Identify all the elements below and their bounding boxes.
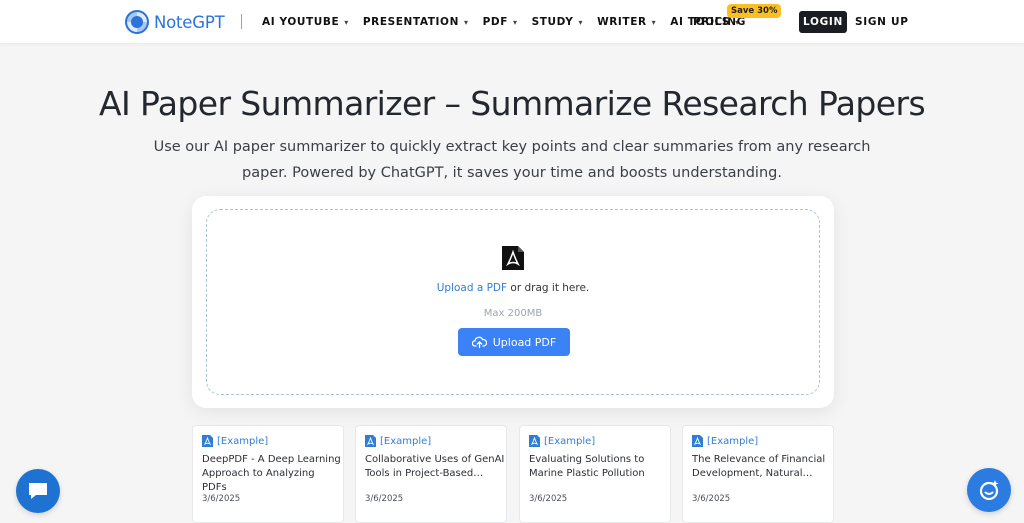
example-tag: [Example] <box>202 435 268 447</box>
notegpt-logo-icon <box>125 10 149 34</box>
example-title: Evaluating Solutions to Marine Plastic P… <box>529 454 645 479</box>
upload-instruction: Upload a PDF or drag it here. <box>207 282 819 294</box>
logo-text: NoteGPT <box>154 12 225 32</box>
signup-button[interactable]: SIGN UP <box>855 11 909 33</box>
pdf-icon <box>529 435 540 447</box>
nav-pdf-label: PDF <box>482 16 508 28</box>
chevron-down-icon: ▾ <box>651 17 657 27</box>
chat-button[interactable] <box>16 469 60 513</box>
assistant-button[interactable] <box>967 468 1011 512</box>
nav-writer[interactable]: WRITER ▾ <box>597 16 656 28</box>
drag-text: or drag it here. <box>507 282 590 294</box>
example-date: 3/6/2025 <box>202 494 241 504</box>
top-nav-bar: NoteGPT AI YOUTUBE ▾ PRESENTATION ▾ PDF ▾ S… <box>0 0 1024 44</box>
main-nav: AI YOUTUBE ▾ PRESENTATION ▾ PDF ▾ STUDY ▾ WR… <box>262 0 754 44</box>
pdf-icon <box>202 435 213 447</box>
cloud-upload-icon <box>471 336 487 348</box>
nav-separator <box>241 14 242 29</box>
page-subtitle: Use our AI paper summarizer to quickly e… <box>153 139 871 181</box>
example-card[interactable]: [Example] The Relevance of Financial Dev… <box>682 425 834 523</box>
nav-presentation-label: PRESENTATION <box>362 16 459 28</box>
page-title: AI Paper Summarizer – Summarize Research… <box>98 84 926 123</box>
nav-writer-label: WRITER <box>597 16 647 28</box>
example-tag-label: [Example] <box>380 435 432 447</box>
example-title: The Relevance of Financial Development, … <box>692 454 826 479</box>
example-tag: [Example] <box>365 435 431 447</box>
pdf-icon <box>502 246 524 270</box>
chat-icon <box>29 483 47 499</box>
example-card[interactable]: [Example] Evaluating Solutions to Marine… <box>519 425 671 523</box>
nav-ai-youtube-label: AI YOUTUBE <box>262 16 340 28</box>
example-title: Collaborative Uses of GenAI Tools in Pro… <box>365 454 505 479</box>
chevron-down-icon: ▾ <box>463 17 469 27</box>
example-tag: [Example] <box>529 435 595 447</box>
nav-ai-youtube[interactable]: AI YOUTUBE ▾ <box>262 16 349 28</box>
nav-pdf[interactable]: PDF ▾ <box>483 16 518 28</box>
pdf-icon <box>692 435 703 447</box>
assistant-icon <box>979 480 999 501</box>
logo[interactable]: NoteGPT <box>124 9 225 35</box>
example-card[interactable]: [Example] DeepPDF - A Deep Learning Appr… <box>192 425 344 523</box>
chevron-down-icon: ▾ <box>578 17 584 27</box>
upload-card: Upload a PDF or drag it here. Max 200MB … <box>192 196 834 408</box>
example-list: [Example] DeepPDF - A Deep Learning Appr… <box>192 425 834 523</box>
nav-study[interactable]: STUDY ▾ <box>532 16 583 28</box>
example-date: 3/6/2025 <box>529 494 568 504</box>
max-size-note: Max 200MB <box>483 308 543 319</box>
example-tag-label: [Example] <box>707 435 759 447</box>
example-tag: [Example] <box>692 435 758 447</box>
upload-pdf-button-label: Upload PDF <box>492 335 557 349</box>
example-card[interactable]: [Example] Collaborative Uses of GenAI To… <box>355 425 507 523</box>
save-badge: Save 30% <box>727 4 782 18</box>
nav-presentation[interactable]: PRESENTATION ▾ <box>363 16 469 28</box>
login-button[interactable]: LOGIN <box>799 11 847 33</box>
upload-pdf-link[interactable]: Upload a PDF <box>437 282 507 294</box>
chevron-down-icon: ▾ <box>344 17 349 27</box>
upload-pdf-button[interactable]: Upload PDF <box>458 328 570 356</box>
example-tag-label: [Example] <box>217 435 269 447</box>
pdf-icon <box>365 435 376 447</box>
example-tag-label: [Example] <box>544 435 596 447</box>
nav-study-label: STUDY <box>531 16 574 28</box>
chevron-down-icon: ▾ <box>513 17 518 27</box>
example-date: 3/6/2025 <box>692 494 731 504</box>
example-date: 3/6/2025 <box>365 494 404 504</box>
example-title: DeepPDF - A Deep Learning Approach to An… <box>202 454 341 493</box>
pdf-drop-zone[interactable]: Upload a PDF or drag it here. Max 200MB … <box>206 209 820 395</box>
